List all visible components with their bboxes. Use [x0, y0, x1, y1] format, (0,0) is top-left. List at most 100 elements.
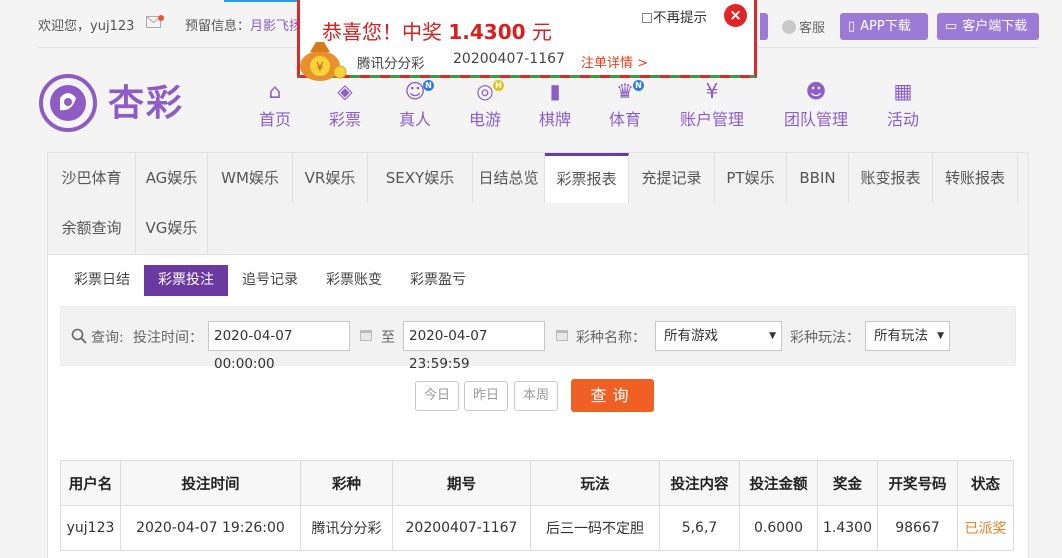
lottery-subtab[interactable]: 彩票账变: [312, 265, 396, 296]
lottery-subtab[interactable]: 彩票投注: [144, 265, 228, 296]
today-button[interactable]: 今日: [415, 381, 459, 411]
lottery-subtab[interactable]: 追号记录: [228, 265, 312, 296]
no-remind-checkbox[interactable]: 不再提示: [642, 6, 707, 26]
nav-item-label: 账户管理: [679, 110, 744, 129]
report-tab[interactable]: VG娱乐: [136, 203, 208, 253]
lottery-subtab[interactable]: 彩票日结: [60, 265, 144, 296]
nav-badge: N: [633, 80, 644, 91]
trophy-icon: ♛: [616, 79, 634, 103]
customer-service-link[interactable]: 客服: [782, 17, 825, 36]
hidden-button-edge[interactable]: [760, 13, 768, 40]
column-header: 期号: [392, 460, 531, 506]
play-method-select[interactable]: 所有玩法 ▼: [865, 321, 950, 351]
chevron-down-icon: ▼: [769, 331, 776, 341]
nav-item[interactable]: ⌂ 首页: [240, 78, 310, 132]
yen-coin-icon: ¥: [705, 79, 719, 103]
reserved-info-label: 预留信息：: [185, 19, 251, 34]
bet-time-label: 投注时间：: [133, 330, 203, 346]
app-download-button[interactable]: ▯ APP下载: [840, 13, 928, 40]
end-time-input[interactable]: 2020-04-07 23:59:59: [403, 321, 545, 372]
table-cell: 已派奖: [957, 505, 1014, 551]
table-cell: yuj123: [60, 505, 121, 551]
this-week-button[interactable]: 本周: [514, 381, 558, 411]
column-header: 彩种: [300, 460, 393, 506]
nav-badge: N: [423, 80, 434, 91]
to-label: 至: [381, 330, 395, 346]
report-tabs: 沙巴体育 AG娱乐 WM娱乐 VR娱乐 SEXY娱乐 日结总览 彩票报表 充提记录 PT娱乐 BB…: [48, 153, 1028, 255]
report-tab[interactable]: 账变报表: [849, 153, 933, 203]
yesterday-button[interactable]: 昨日: [464, 381, 508, 411]
report-tab[interactable]: PT娱乐: [715, 153, 787, 203]
column-header: 状态: [957, 460, 1014, 506]
start-time-input[interactable]: 2020-04-07 00:00:00: [208, 321, 350, 372]
report-tab[interactable]: 余额查询: [48, 203, 136, 253]
play-method-label: 彩种玩法：: [790, 330, 860, 346]
report-tab[interactable]: 沙巴体育: [48, 153, 136, 203]
lottery-name-select[interactable]: 所有游戏 ▼: [655, 321, 782, 351]
filter-bar: 查询: 投注时间： 2020-04-07 00:00:00 至 2020-04-…: [60, 306, 1016, 372]
column-header: 开奖号码: [877, 460, 958, 506]
client-download-button[interactable]: ▭ 客户端下载: [937, 13, 1039, 40]
table-cell: 0.6000: [739, 505, 818, 551]
table-cell: 20200407-1167: [392, 505, 531, 551]
cards-icon: ▮: [549, 79, 561, 103]
svg-text:¥: ¥: [316, 60, 324, 74]
table-row: yuj123 2020-04-07 19:26:00 腾讯分分彩 20200407-1…: [60, 505, 1014, 551]
close-icon[interactable]: ×: [724, 4, 747, 27]
money-bag-icon: ¥: [300, 42, 347, 81]
report-tab[interactable]: AG娱乐: [136, 153, 208, 203]
report-tab[interactable]: 日结总览: [473, 153, 545, 203]
nav-item-label: 棋牌: [538, 110, 571, 129]
customer-service-icon: [782, 20, 796, 34]
checkbox-box[interactable]: [642, 13, 652, 23]
column-header: 投注时间: [120, 460, 301, 506]
report-tab[interactable]: 彩票报表: [545, 153, 629, 203]
popup-stripe: [300, 75, 754, 78]
nav-item-label: 首页: [258, 110, 291, 129]
report-tab[interactable]: 转账报表: [933, 153, 1018, 203]
table-body: yuj123 2020-04-07 19:26:00 腾讯分分彩 20200407-1…: [60, 505, 1014, 551]
table-cell: 腾讯分分彩: [300, 505, 393, 551]
gamepad-icon: ◎: [476, 79, 494, 103]
lottery-subtab[interactable]: 彩票盈亏: [396, 265, 480, 296]
logo-emblem-icon: [39, 74, 97, 132]
nav-item-label: 彩票: [328, 110, 361, 129]
query-button[interactable]: 查询: [571, 379, 654, 412]
column-header: 奖金: [817, 460, 878, 506]
calendar-icon[interactable]: [555, 328, 569, 342]
nav-item[interactable]: ☺ 真人 N: [380, 78, 450, 132]
welcome-text: 欢迎您，yuj123: [38, 15, 134, 34]
nav-item[interactable]: ▦ 活动: [868, 78, 938, 132]
app-download-label: APP下载: [860, 19, 911, 34]
column-header: 玩法: [530, 460, 660, 506]
nav-item-label: 团队管理: [783, 110, 848, 129]
nav-item[interactable]: ◎ 电游 H: [450, 78, 520, 132]
nav-item[interactable]: ◈ 彩票: [310, 78, 380, 132]
reserved-info-text: 月影飞扬: [250, 19, 303, 34]
report-tab[interactable]: WM娱乐: [208, 153, 293, 203]
no-remind-label: 不再提示: [653, 10, 707, 26]
nav-item[interactable]: ¥ 账户管理: [660, 78, 764, 132]
site-logo[interactable]: 杏彩: [38, 72, 188, 134]
bet-detail-link[interactable]: 注单详情 >: [581, 52, 648, 71]
logo-text: 杏彩: [108, 82, 185, 124]
report-tab[interactable]: BBIN: [787, 153, 849, 203]
nav-item-label: 体育: [608, 110, 641, 129]
report-tab[interactable]: VR娱乐: [293, 153, 368, 203]
report-tab[interactable]: SEXY娱乐: [368, 153, 473, 203]
nav-item[interactable]: ♛ 体育 N: [590, 78, 660, 132]
report-tab[interactable]: 充提记录: [629, 153, 715, 203]
column-header: 投注内容: [659, 460, 740, 506]
table-cell: 后三一码不定胆: [530, 505, 660, 551]
monitor-icon: ▭: [945, 19, 958, 34]
mail-icon[interactable]: [146, 15, 164, 28]
chevron-down-icon: ▼: [937, 331, 944, 341]
nav-item-label: 电游: [468, 110, 501, 129]
nav-badge: H: [493, 80, 504, 91]
report-card: 沙巴体育 AG娱乐 WM娱乐 VR娱乐 SEXY娱乐 日结总览 彩票报表 充提记录 PT娱乐 BB…: [47, 152, 1029, 558]
nav-item[interactable]: ▮ 棋牌: [520, 78, 590, 132]
lottery-subtabs: 彩票日结 彩票投注 追号记录 彩票账变 彩票盈亏: [60, 265, 480, 297]
nav-item[interactable]: ☻ 团队管理: [764, 78, 868, 132]
client-download-label: 客户端下载: [962, 19, 1028, 34]
calendar-icon[interactable]: [359, 328, 373, 342]
